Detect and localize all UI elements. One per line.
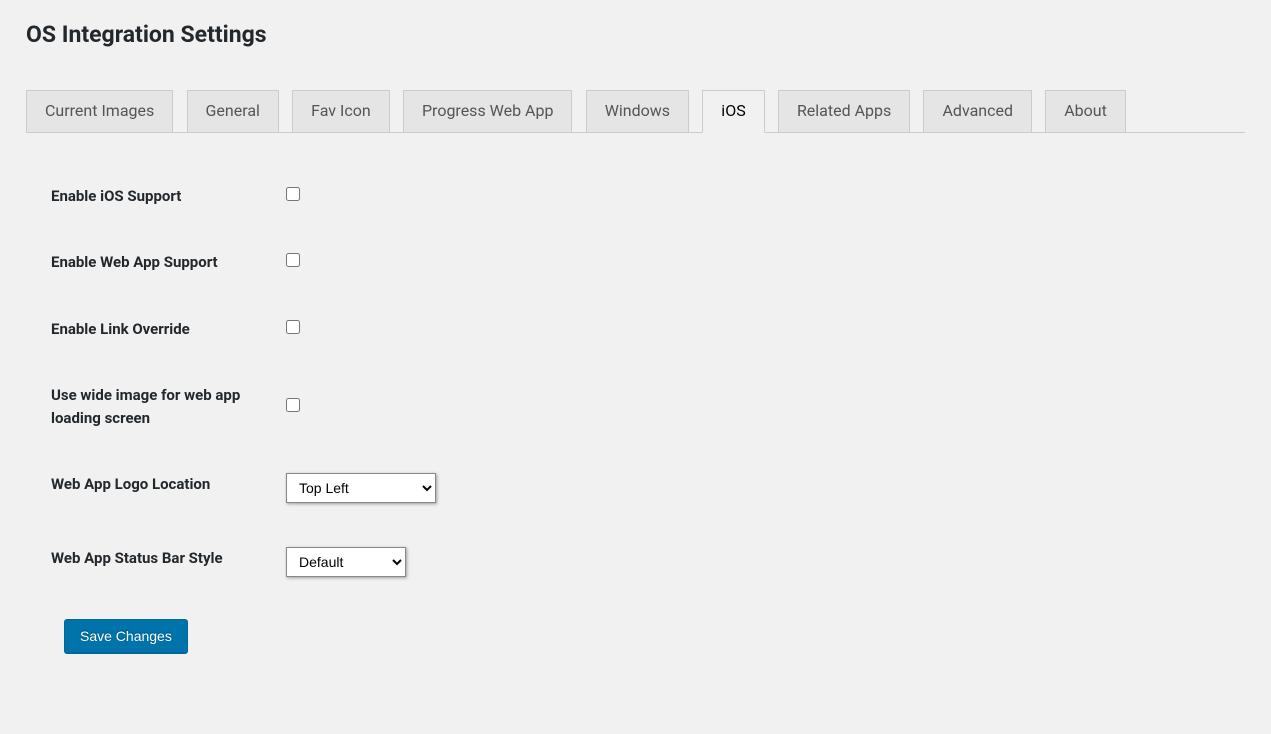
- save-button[interactable]: Save Changes: [64, 619, 188, 653]
- checkbox-enable-link-override[interactable]: [286, 320, 300, 334]
- submit-row: Save Changes: [26, 599, 1245, 673]
- label-status-bar-style: Web App Status Bar Style: [26, 525, 276, 599]
- row-enable-link-override: Enable Link Override: [26, 296, 1245, 363]
- settings-page: OS Integration Settings Current Images G…: [0, 0, 1271, 693]
- row-use-wide-image: Use wide image for web app loading scree…: [26, 362, 1245, 451]
- tab-related-apps[interactable]: Related Apps: [778, 90, 910, 133]
- select-status-bar-style[interactable]: Default: [286, 547, 406, 577]
- label-enable-ios-support: Enable iOS Support: [26, 163, 276, 230]
- row-logo-location: Web App Logo Location Top Left: [26, 451, 1245, 525]
- checkbox-enable-web-app-support[interactable]: [286, 253, 300, 267]
- row-enable-ios-support: Enable iOS Support: [26, 163, 1245, 230]
- tab-fav-icon[interactable]: Fav Icon: [292, 90, 390, 133]
- tab-about[interactable]: About: [1045, 90, 1126, 133]
- tab-ios[interactable]: iOS: [702, 90, 764, 133]
- label-enable-web-app-support: Enable Web App Support: [26, 229, 276, 296]
- settings-form: Enable iOS Support Enable Web App Suppor…: [26, 163, 1245, 600]
- tab-general[interactable]: General: [187, 90, 279, 133]
- tab-advanced[interactable]: Advanced: [923, 90, 1032, 133]
- page-title: OS Integration Settings: [26, 20, 1245, 50]
- select-logo-location[interactable]: Top Left: [286, 473, 436, 503]
- label-enable-link-override: Enable Link Override: [26, 296, 276, 363]
- checkbox-enable-ios-support[interactable]: [286, 187, 300, 201]
- row-status-bar-style: Web App Status Bar Style Default: [26, 525, 1245, 599]
- label-logo-location: Web App Logo Location: [26, 451, 276, 525]
- tab-nav: Current Images General Fav Icon Progress…: [26, 90, 1245, 133]
- tab-windows[interactable]: Windows: [586, 90, 689, 133]
- tab-progress-web-app[interactable]: Progress Web App: [403, 90, 573, 133]
- label-use-wide-image: Use wide image for web app loading scree…: [26, 362, 276, 451]
- tab-current-images[interactable]: Current Images: [26, 90, 173, 133]
- row-enable-web-app-support: Enable Web App Support: [26, 229, 1245, 296]
- checkbox-use-wide-image[interactable]: [286, 398, 300, 412]
